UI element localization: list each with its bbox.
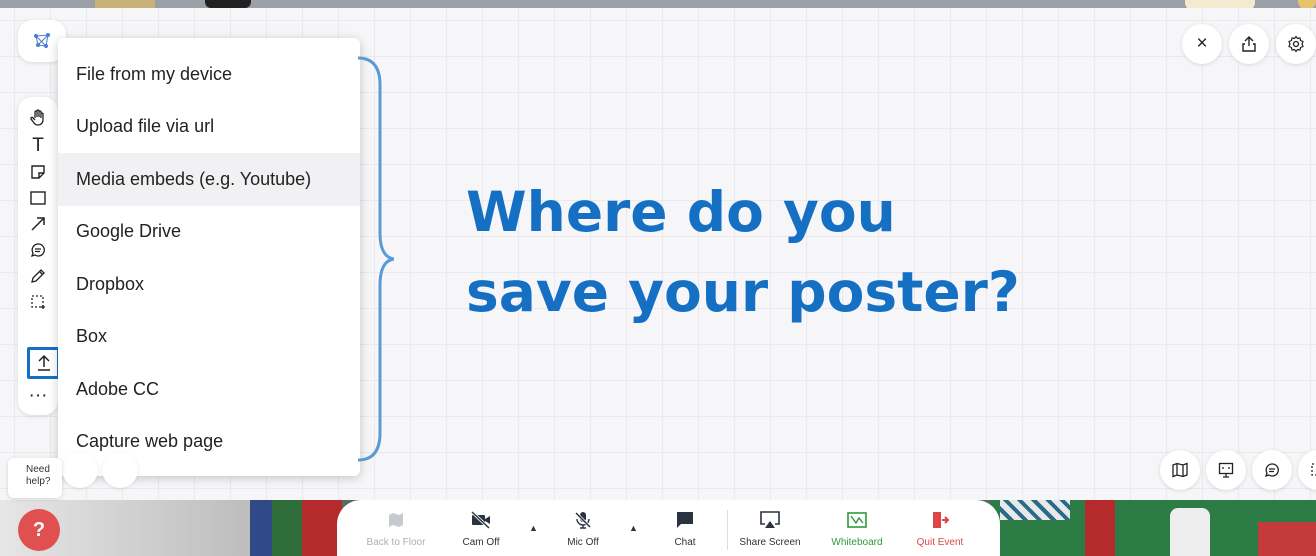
share-screen-button[interactable]: Share Screen [730,506,810,548]
chat-icon[interactable] [1252,450,1292,490]
rectangle-icon[interactable] [18,185,58,211]
select-icon[interactable] [1298,450,1316,490]
mic-options-caret[interactable]: ▲ [629,523,638,533]
presentation-icon[interactable] [1206,450,1246,490]
game-top-strip [0,0,1316,12]
hand-icon[interactable] [18,105,58,131]
map-icon [387,506,405,534]
zoom-out-button[interactable] [62,452,98,488]
more-icon[interactable]: ··· [18,383,58,409]
whiteboard-icon [846,506,868,534]
game-avatar [1170,508,1210,556]
game-object [250,500,272,556]
share-icon[interactable] [1229,24,1269,64]
call-controls-bar: Back to Floor Cam Off ▲ Mic Off ▲ Chat S… [337,500,1000,556]
game-object [1000,500,1070,520]
need-help-text-1: Need [26,464,50,475]
arrow-icon[interactable] [18,211,58,237]
pencil-icon[interactable] [18,263,58,289]
menu-item-capture-web-page[interactable]: Capture web page [58,416,360,469]
bottom-right-toolbar [1160,450,1316,490]
menu-item-media-embeds[interactable]: Media embeds (e.g. Youtube) [58,153,360,206]
headline-line-1: Where do you [466,180,896,244]
comment-icon[interactable] [18,237,58,263]
cam-options-caret[interactable]: ▲ [529,523,538,533]
game-object [302,500,342,556]
zoom-in-button[interactable] [102,452,138,488]
menu-item-upload-via-url[interactable]: Upload file via url [58,101,360,154]
left-toolbar: T ··· [18,97,60,415]
cam-off-button[interactable]: Cam Off [441,506,521,548]
back-to-floor-label: Back to Floor [366,537,426,548]
menu-item-adobe-cc[interactable]: Adobe CC [58,363,360,416]
map-icon[interactable] [1160,450,1200,490]
settings-icon[interactable] [1276,24,1316,64]
need-help-tooltip: Need help? [8,458,62,498]
curly-brace-annotation [357,56,394,462]
text-icon[interactable]: T [18,133,58,159]
cam-off-label: Cam Off [462,537,500,548]
menu-item-file-from-device[interactable]: File from my device [58,48,360,101]
upload-source-menu: File from my device Upload file via url … [58,38,360,476]
chat-bubble-icon [675,506,695,534]
game-object [95,0,155,8]
menu-item-box[interactable]: Box [58,311,360,364]
share-screen-icon [759,506,781,534]
chat-button[interactable]: Chat [645,506,725,548]
need-help-text-2: help? [26,476,51,487]
question-icon: ? [32,518,46,541]
menu-item-dropbox[interactable]: Dropbox [58,258,360,311]
game-object [1258,522,1316,556]
game-object [205,0,251,8]
game-object [272,500,302,556]
top-right-toolbar: × [1182,24,1316,64]
share-screen-label: Share Screen [739,537,801,548]
mic-off-label: Mic Off [567,537,599,548]
quit-event-label: Quit Event [916,537,964,548]
controls-divider [727,510,728,550]
close-icon[interactable]: × [1182,24,1222,64]
sticky-note-icon[interactable] [18,159,58,185]
menu-item-google-drive[interactable]: Google Drive [58,206,360,259]
quit-event-button[interactable]: Quit Event [900,506,980,548]
exit-door-icon [930,506,950,534]
select-area-icon[interactable] [18,289,58,315]
headline-line-2: save your poster? [466,260,1020,324]
upload-icon[interactable] [27,347,60,379]
constellation-icon [34,33,50,48]
help-button[interactable]: ? [18,509,60,551]
mic-off-button[interactable]: Mic Off [543,506,623,548]
back-to-floor-button[interactable]: Back to Floor [356,506,436,548]
mic-off-icon [573,506,593,534]
camera-off-icon [470,506,492,534]
game-object [1085,500,1115,556]
whiteboard-label: Whiteboard [831,537,883,548]
whiteboard-button[interactable]: Whiteboard [817,506,897,548]
annotation-headline: Where do you save your poster? [466,172,1086,332]
chat-label: Chat [674,537,696,548]
